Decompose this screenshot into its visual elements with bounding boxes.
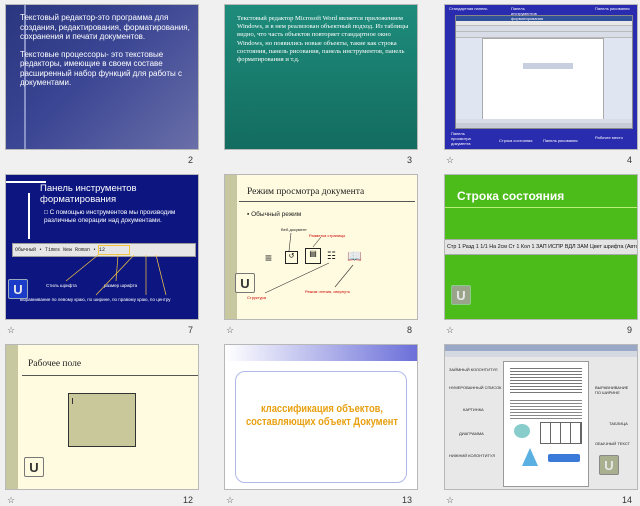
label-picture: КАРТИНКА (463, 407, 484, 412)
slide-2[interactable]: Текстовый редактор-это программа для соз… (5, 4, 199, 150)
slide-thumb-2[interactable]: Текстовый редактор-это программа для соз… (5, 4, 199, 165)
clipart-image (514, 424, 530, 438)
slide-number: 13 (401, 495, 412, 505)
slide-thumb-8[interactable]: Режим просмотра документа ▪ Обычный режи… (224, 174, 418, 335)
label-numbered-list: НУМЕРОВАННЫЙ СПИСОК (449, 385, 502, 390)
text-cursor (72, 398, 73, 404)
bullet-list: Текстовый редактор-это программа для соз… (20, 13, 190, 88)
label-drawing-panel-top: Панель рисования (595, 6, 630, 11)
slide-title: Строка состояния (457, 189, 565, 203)
slide-number: 3 (406, 155, 412, 165)
label-plain-text: ОБЫЧНЫЙ ТЕКСТ (595, 441, 630, 446)
slide-8[interactable]: Режим просмотра документа ▪ Обычный режи… (224, 174, 418, 320)
slide-13[interactable]: классификация объектов, составляющих объ… (224, 344, 418, 490)
slide-number: 14 (621, 495, 632, 505)
status-bar-image: Стр 1 Разд 1 1/1 На 2см Ст 1 Кол 1 ЗАП И… (445, 239, 637, 255)
label-status-bar: Строка состояния (499, 138, 533, 143)
return-arrow-icon[interactable]: U (235, 273, 255, 293)
label-header: ЗАЙМНЫЙ КОЛОНТИТУЛ (449, 367, 498, 372)
slide-title: Рабочее поле (28, 359, 82, 369)
label-workspace: Рабочее место (595, 135, 623, 140)
table-image (540, 422, 582, 444)
classification-title: классификация объектов, составляющих объ… (245, 403, 399, 428)
slide-thumb-4[interactable]: Стандартная панель Панель инструментов ф… (444, 4, 638, 165)
slide-number: 9 (626, 325, 632, 335)
slide-number: 8 (406, 325, 412, 335)
slide-9[interactable]: Строка состояния Стр 1 Разд 1 1/1 На 2см… (444, 174, 638, 320)
slide-transition-icon: ☆ (226, 325, 235, 335)
slide-transition-icon: ☆ (7, 325, 16, 335)
label-standard-panel: Стандартная панель (449, 6, 488, 11)
slide-12[interactable]: Рабочее поле U (5, 344, 199, 490)
return-arrow-icon[interactable]: U (599, 455, 619, 475)
title-rule (445, 207, 637, 208)
label-view-panel: Панель просмотра документа (451, 131, 471, 146)
pointer-lines (65, 254, 167, 296)
slide-number: 7 (187, 325, 193, 335)
slide-14[interactable]: ЗАЙМНЫЙ КОЛОНТИТУЛ НУМЕРОВАННЫЙ СПИСОК В… (444, 344, 638, 490)
slide-transition-icon: ☆ (446, 495, 455, 505)
text-block (510, 368, 582, 394)
dialog-box (523, 63, 573, 69)
label-justify: ВЫРАВНИВАНИЕ ПО ШИРИНЕ (595, 385, 629, 395)
slide-transition-icon: ☆ (226, 495, 235, 505)
slide-thumb-7[interactable]: Панель инструментов форматирования □ С п… (5, 174, 199, 335)
slide-thumb-3[interactable]: Текстовый редактор Microsoft Word являет… (224, 4, 418, 165)
numbered-list (510, 400, 582, 420)
label-formatting-panel: Панель инструментов форматирования (511, 6, 544, 21)
header-band (225, 345, 417, 361)
slide-transition-icon: ☆ (446, 155, 455, 165)
slide-thumb-13[interactable]: классификация объектов, составляющих объ… (224, 344, 418, 505)
slide-thumb-12[interactable]: Рабочее поле U ☆ 12 (5, 344, 199, 505)
pointer-lines (264, 232, 354, 294)
bullet-2: Текстовые процессоры- это текстовые реда… (20, 49, 182, 88)
slide-number: 2 (187, 155, 193, 165)
document-page (482, 38, 604, 120)
slide-thumb-14[interactable]: ЗАЙМНЫЙ КОЛОНТИТУЛ НУМЕРОВАННЫЙ СПИСОК В… (444, 344, 638, 505)
word-window-screenshot (455, 15, 633, 129)
toolbar (445, 351, 637, 357)
workspace-illustration (68, 393, 136, 447)
wordart-image (548, 454, 580, 462)
return-arrow-icon[interactable]: U (451, 285, 471, 305)
slide-transition-icon: ☆ (446, 325, 455, 335)
slide-transition-icon: ☆ (7, 495, 16, 505)
side-bar (6, 345, 18, 489)
document-page (503, 361, 589, 487)
chart-image (522, 448, 538, 466)
slide-3[interactable]: Текстовый редактор Microsoft Word являет… (224, 4, 418, 150)
slide-number: 4 (626, 155, 632, 165)
slide-number: 12 (182, 495, 193, 505)
slide-thumb-9[interactable]: Строка состояния Стр 1 Разд 1 1/1 На 2см… (444, 174, 638, 335)
return-arrow-icon[interactable]: U (8, 279, 28, 299)
label-drawing-panel: Панель рисования (543, 138, 578, 143)
slide-4[interactable]: Стандартная панель Панель инструментов ф… (444, 4, 638, 150)
slide-body-text: Текстовый редактор Microsoft Word являет… (237, 15, 409, 64)
status-bar (456, 123, 632, 128)
slide-7[interactable]: Панель инструментов форматирования □ С п… (5, 174, 199, 320)
return-arrow-icon[interactable]: U (24, 457, 44, 477)
label-footer: НИЖНИЙ КОЛОНТИТУЛ (449, 453, 495, 458)
title-rule (22, 375, 198, 376)
label-table: ТАБЛИЦА (609, 421, 628, 426)
bullet-1: Текстовый редактор-это программа для соз… (20, 13, 190, 41)
label-chart: ДИАГРАММА (459, 431, 484, 436)
